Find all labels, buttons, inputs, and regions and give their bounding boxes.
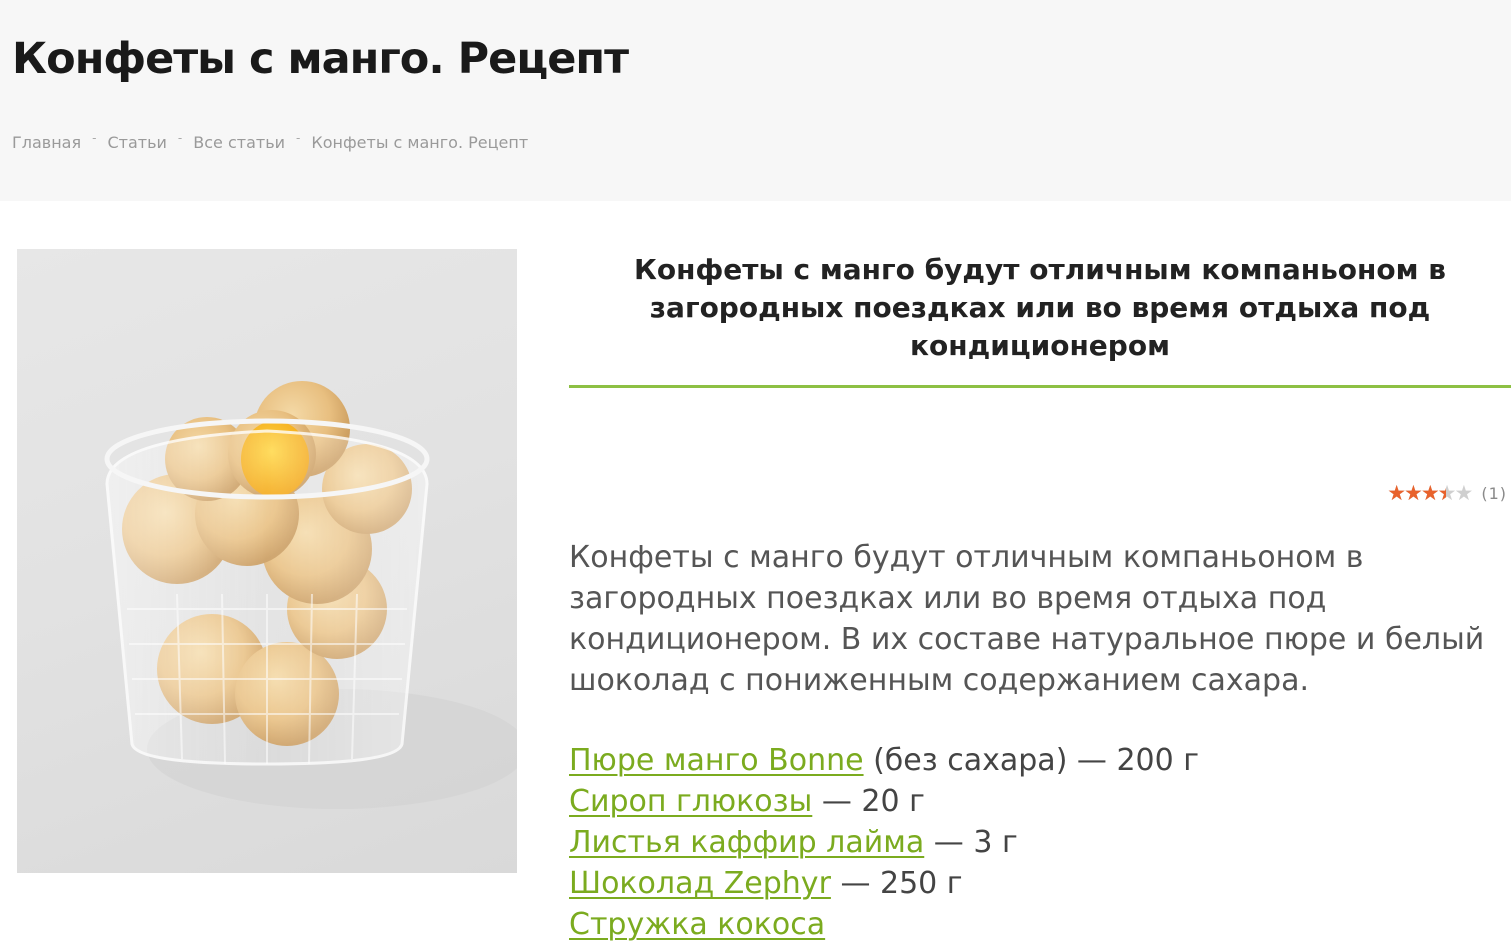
breadcrumb-all-articles[interactable]: Все статьи: [193, 133, 285, 152]
breadcrumb-current: Конфеты с манго. Рецепт: [311, 133, 529, 152]
breadcrumb-separator: -: [92, 130, 97, 145]
mango-candies-image: [104, 381, 517, 809]
ingredient-item: Стружка кокоса: [569, 904, 1199, 945]
ingredient-link[interactable]: Пюре манго Bonne: [569, 743, 864, 778]
breadcrumb-separator: -: [296, 130, 301, 145]
article-lead-title: Конфеты с манго будут отличным компаньон…: [634, 253, 1446, 362]
ingredient-item: Шоколад Zephyr — 250 г: [569, 863, 1199, 904]
ingredient-item: Листья каффир лайма — 3 г: [569, 822, 1199, 863]
divider: [569, 385, 1511, 388]
breadcrumb: Главная - Статьи - Все статьи - Конфеты …: [12, 130, 529, 153]
ingredient-link[interactable]: Стружка кокоса: [569, 907, 825, 942]
ingredient-amount: — 250 г: [830, 866, 963, 901]
ingredient-amount: (без сахара) — 200 г: [863, 743, 1200, 778]
rating-count: (1): [1481, 484, 1507, 503]
page-header: Конфеты с манго. Рецепт Главная - Статьи…: [0, 0, 1511, 201]
ingredient-item: Пюре манго Bonne (без сахара) — 200 г: [569, 740, 1199, 781]
rating-stars-icon[interactable]: ★★★★★ ★★★★★: [1387, 483, 1473, 504]
breadcrumb-separator: -: [177, 130, 183, 145]
rating[interactable]: ★★★★★ ★★★★★ (1): [1387, 483, 1507, 504]
article-intro: Конфеты с манго будут отличным компаньон…: [569, 540, 1485, 698]
breadcrumb-articles[interactable]: Статьи: [107, 133, 166, 152]
recipe-photo: [17, 249, 517, 873]
stars-filled: ★★★★★: [1387, 483, 1446, 504]
ingredient-amount: — 3 г: [924, 825, 1018, 860]
ingredient-link[interactable]: Сироп глюкозы: [569, 784, 812, 819]
ingredient-list: Пюре манго Bonne (без сахара) — 200 г Си…: [569, 740, 1199, 945]
breadcrumb-home[interactable]: Главная: [12, 133, 81, 152]
ingredient-link[interactable]: Листья каффир лайма: [569, 825, 924, 860]
ingredient-amount: — 20 г: [812, 784, 925, 819]
page-title: Конфеты с манго. Рецепт: [12, 34, 629, 84]
ingredient-link[interactable]: Шоколад Zephyr: [569, 866, 831, 901]
ingredient-item: Сироп глюкозы — 20 г: [569, 781, 1199, 822]
